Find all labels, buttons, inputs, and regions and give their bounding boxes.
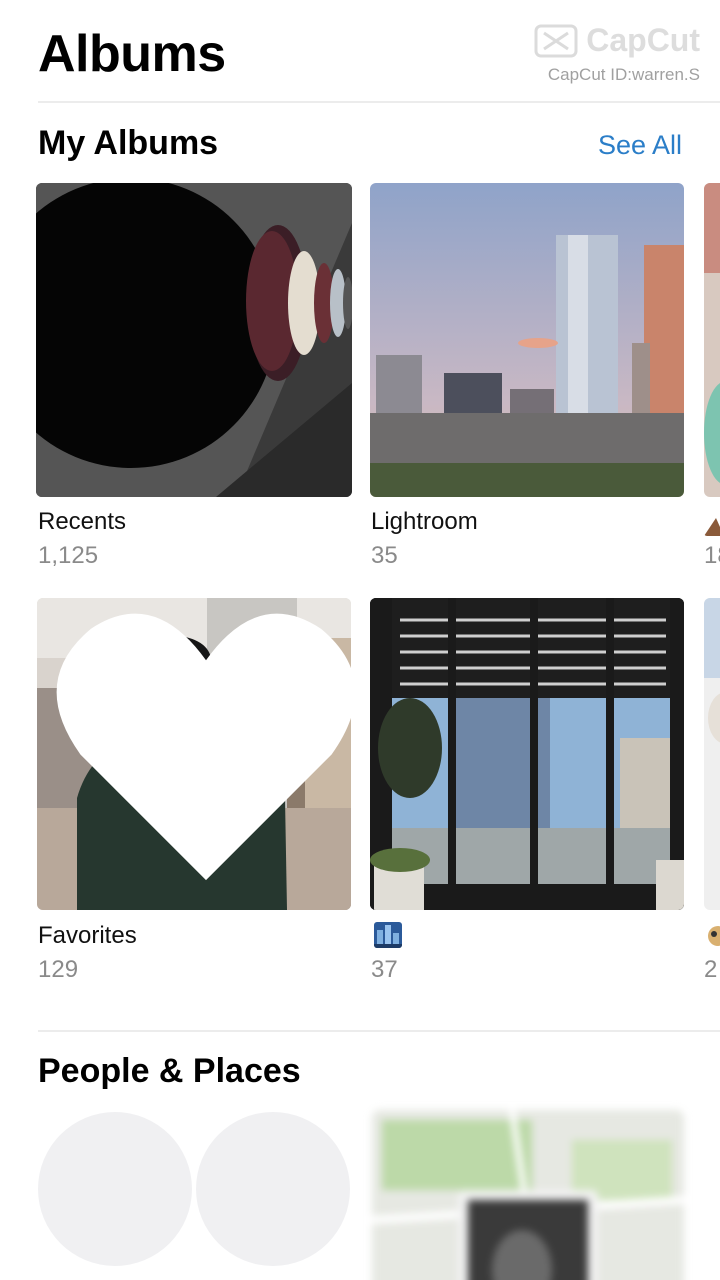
people-places-title: People & Places: [38, 1052, 301, 1090]
album-count-city: 37: [371, 956, 398, 983]
watermark-brand: CapCut: [586, 22, 700, 58]
my-albums-title: My Albums: [38, 124, 219, 162]
album-name-favorites: Favorites: [38, 922, 137, 949]
album-icon-partial-2: [704, 924, 720, 948]
heart-icon: [56, 613, 351, 881]
album-thumb-partial-1[interactable]: [704, 183, 720, 497]
album-count-partial-2: 2: [704, 956, 718, 983]
section-divider: [38, 1030, 720, 1032]
places-map-thumb[interactable]: [372, 1110, 684, 1280]
album-count-favorites: 129: [38, 956, 79, 983]
album-count-partial-1: 18: [704, 542, 720, 569]
header-divider: [38, 101, 720, 103]
album-thumb-city[interactable]: [370, 598, 684, 910]
album-thumb-lightroom[interactable]: [370, 183, 684, 497]
watermark-id: CapCut ID:warren.S: [547, 65, 700, 84]
page-title: Albums: [38, 25, 226, 83]
capcut-logo: CapCut: [534, 22, 700, 59]
album-count-lightroom: 35: [371, 542, 398, 569]
see-all-button[interactable]: See All: [598, 130, 682, 161]
album-thumb-favorites[interactable]: [37, 598, 351, 910]
album-name-recents: Recents: [38, 508, 127, 535]
album-icon-partial-1: [704, 512, 720, 536]
album-count-recents: 1,125: [38, 542, 99, 569]
capcut-logo-icon: [534, 24, 578, 57]
album-thumb-recents[interactable]: [36, 183, 352, 497]
capcut-watermark: CapCut CapCut ID:warren.S: [534, 22, 700, 85]
person-thumb-2[interactable]: [196, 1112, 350, 1266]
album-name-lightroom: Lightroom: [371, 508, 478, 535]
person-thumb-1[interactable]: [38, 1112, 192, 1266]
city-emoji-icon: [374, 922, 402, 948]
album-thumb-partial-2[interactable]: [704, 598, 720, 910]
